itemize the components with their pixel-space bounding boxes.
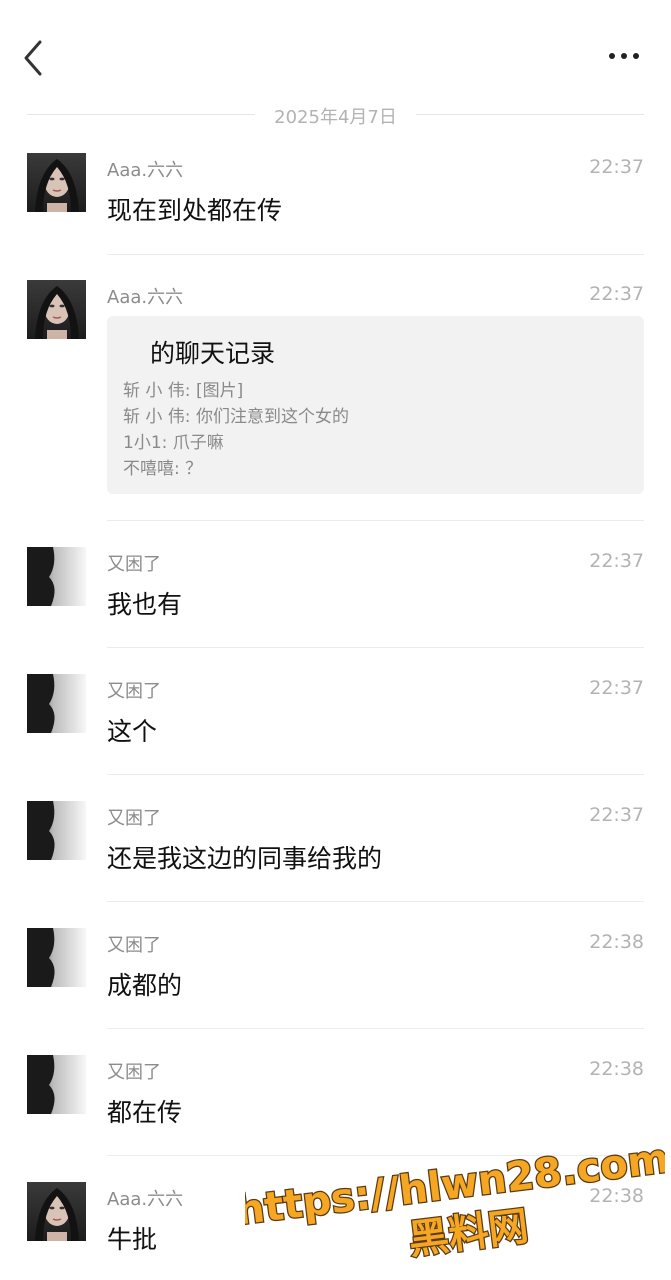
chat-record-card[interactable]: 的聊天记录 斩 小 伟: [图片] 斩 小 伟: 你们注意到这个女的 1小1: … <box>107 316 644 494</box>
message-time: 22:37 <box>589 677 644 699</box>
message-time: 22:38 <box>589 931 644 953</box>
more-dots-icon[interactable] <box>604 44 644 68</box>
avatar[interactable] <box>27 674 86 733</box>
message-item[interactable]: Aaa.六六 22:37 的聊天记录 斩 小 伟: [图片] 斩 小 伟: 你们… <box>0 280 671 500</box>
message-item[interactable]: 又困了 22:38 成都的 <box>0 928 671 1028</box>
avatar[interactable] <box>27 547 86 606</box>
message-text: 都在传 <box>107 1098 183 1127</box>
message-text: 现在到处都在传 <box>107 196 283 225</box>
message-time: 22:37 <box>589 804 644 826</box>
sender-name: 又困了 <box>107 554 161 575</box>
sender-name: Aaa.六六 <box>107 160 184 181</box>
avatar[interactable] <box>27 280 86 339</box>
chat-record-line: 斩 小 伟: 你们注意到这个女的 <box>123 407 349 427</box>
message-divider <box>107 774 644 775</box>
message-item[interactable]: 又困了 22:37 还是我这边的同事给我的 <box>0 801 671 901</box>
site-watermark: https://hlwn28.com 黑料网 <box>245 1140 665 1265</box>
sender-name: 又困了 <box>107 1062 161 1083</box>
message-divider <box>107 1028 644 1029</box>
avatar[interactable] <box>27 153 86 212</box>
top-bar <box>0 0 671 100</box>
message-item[interactable]: Aaa.六六 22:37 现在到处都在传 <box>0 153 671 253</box>
message-time: 22:37 <box>589 156 644 178</box>
chat-record-line: 1小1: 爪子嘛 <box>123 433 224 453</box>
message-time: 22:37 <box>589 550 644 572</box>
message-text: 还是我这边的同事给我的 <box>107 844 383 873</box>
sender-name: Aaa.六六 <box>107 1189 184 1210</box>
sender-name: 又困了 <box>107 681 161 702</box>
chat-record-title: 的聊天记录 <box>150 339 276 368</box>
avatar[interactable] <box>27 928 86 987</box>
chevron-left-icon[interactable] <box>18 38 50 78</box>
message-time: 22:37 <box>589 283 644 305</box>
message-divider <box>107 254 644 255</box>
sender-name: Aaa.六六 <box>107 287 184 308</box>
message-divider <box>107 901 644 902</box>
avatar[interactable] <box>27 1055 86 1114</box>
message-text: 我也有 <box>107 590 183 619</box>
watermark-name: 黑料网 <box>406 1203 531 1263</box>
avatar[interactable] <box>27 801 86 860</box>
message-time: 22:38 <box>589 1058 644 1080</box>
message-text: 这个 <box>107 717 158 746</box>
sender-name: 又困了 <box>107 808 161 829</box>
message-divider <box>107 647 644 648</box>
message-item[interactable]: 又困了 22:37 这个 <box>0 674 671 774</box>
sender-name: 又困了 <box>107 935 161 956</box>
date-divider: 2025年4月7日 <box>27 100 644 130</box>
date-label: 2025年4月7日 <box>274 107 397 128</box>
message-divider <box>107 520 644 521</box>
avatar[interactable] <box>27 1182 86 1241</box>
message-text: 成都的 <box>107 971 183 1000</box>
message-text: 牛批 <box>107 1225 158 1254</box>
message-item[interactable]: 又困了 22:37 我也有 <box>0 547 671 647</box>
chat-record-line: 斩 小 伟: [图片] <box>123 381 244 401</box>
chat-record-line: 不嘻嘻: ？ <box>123 459 203 479</box>
